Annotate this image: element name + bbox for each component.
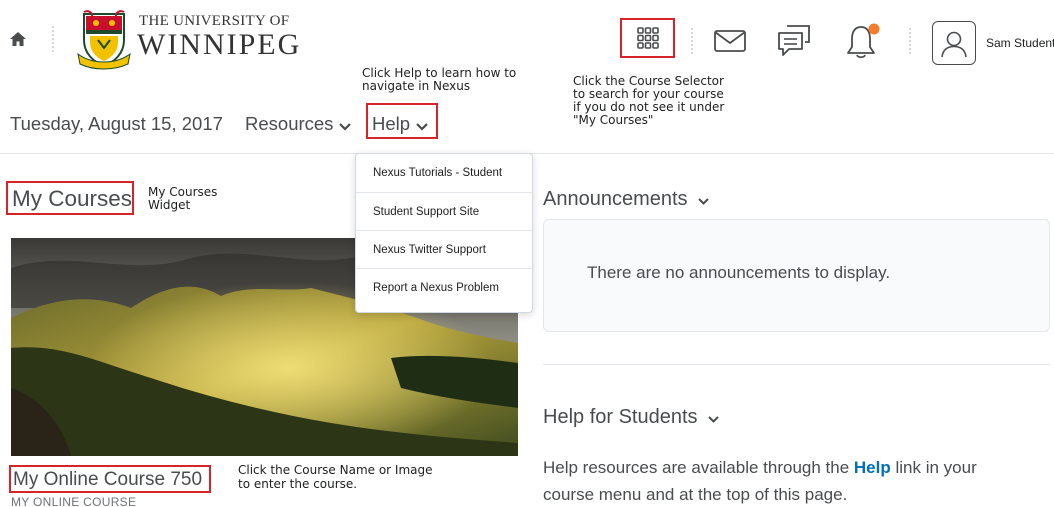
help-text-after: link in your [890, 458, 977, 477]
course-code: MY ONLINE COURSE [11, 495, 137, 507]
logo-text-large: WINNIPEG [137, 28, 302, 61]
current-date: Tuesday, August 15, 2017 [10, 113, 223, 134]
divider [909, 28, 911, 54]
help-for-students-widget-title[interactable]: Help for Students [543, 406, 719, 429]
help-annotation-line1: Click Help to learn how to [362, 66, 517, 80]
chevron-down-icon [697, 188, 709, 211]
course-annotation-line1: Click the Course Name or Image [238, 463, 433, 477]
my-courses-title: My Courses [12, 186, 133, 211]
chat-icon[interactable] [776, 24, 812, 58]
course-name-link[interactable]: My Online Course 750 [13, 469, 202, 491]
home-icon[interactable] [9, 30, 27, 48]
chevron-down-icon [339, 114, 352, 136]
bell-icon[interactable] [843, 21, 883, 61]
divider [52, 26, 54, 52]
help-label: Help [372, 113, 411, 134]
widget-annotation-line1: My Courses [148, 185, 218, 199]
menu-item-nexus-twitter-support[interactable]: Nexus Twitter Support [356, 230, 532, 267]
university-crest-logo[interactable] [76, 10, 132, 70]
help-text-before: Help resources are available through the [543, 458, 854, 477]
user-avatar-icon[interactable] [932, 21, 976, 65]
course-annotation-line2: to enter the course. [238, 477, 358, 491]
menu-item-report-nexus-problem[interactable]: Report a Nexus Problem [356, 268, 532, 305]
help-for-students-text-line2: course menu and at the top of this page. [543, 485, 848, 504]
menu-item-nexus-tutorials[interactable]: Nexus Tutorials - Student [356, 154, 532, 191]
top-navbar: THE UNIVERSITY OF WINNIPEG Sam Student [0, 0, 1054, 80]
course-selector-grid-icon[interactable] [624, 22, 671, 54]
divider [691, 28, 693, 54]
announcements-widget-title[interactable]: Announcements [543, 188, 709, 211]
chevron-down-icon [707, 406, 719, 429]
help-for-students-text: Help resources are available through the… [543, 458, 977, 478]
help-dropdown-menu: Nexus Tutorials - Student Student Suppor… [355, 153, 533, 313]
user-name[interactable]: Sam Student [986, 36, 1054, 50]
resources-label: Resources [245, 113, 334, 134]
help-menu-button[interactable]: Help [372, 113, 428, 136]
widget-annotation-line2: Widget [148, 198, 191, 212]
chevron-down-icon [416, 114, 428, 136]
announcements-title: Announcements [543, 188, 688, 210]
resources-menu[interactable]: Resources [245, 113, 352, 136]
menu-item-student-support-site[interactable]: Student Support Site [356, 192, 532, 229]
mail-icon[interactable] [712, 27, 748, 55]
divider [543, 364, 1050, 365]
help-link[interactable]: Help [854, 458, 891, 477]
help-for-students-title: Help for Students [543, 406, 698, 428]
announcements-empty-message: There are no announcements to display. [587, 263, 891, 282]
